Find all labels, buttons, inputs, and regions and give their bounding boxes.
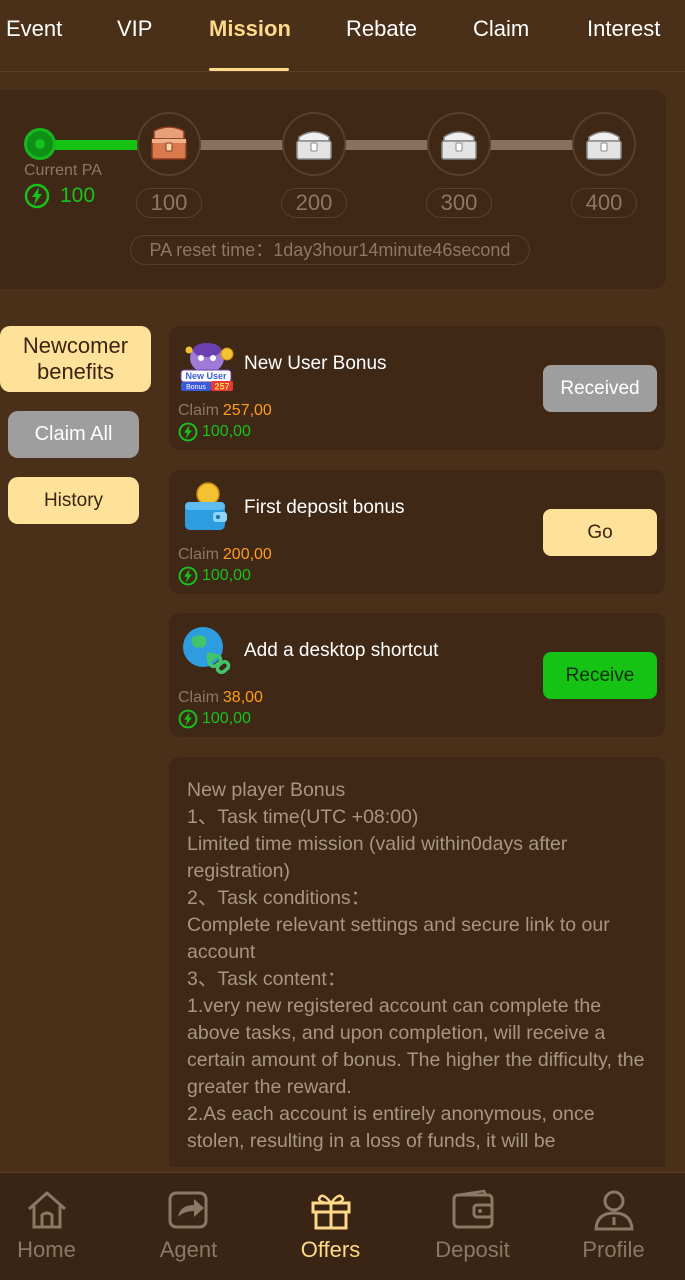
mission-card-first-deposit: First deposit bonus Claim 200,00 100,00 G… (169, 470, 665, 594)
newcomer-benefits-tab[interactable]: Newcomer benefits (0, 326, 151, 392)
rules-line: 2、Task conditions： (187, 887, 371, 909)
silver-chest-icon (441, 131, 477, 160)
nav-label: Home (17, 1237, 76, 1262)
pa-reset-timer: PA reset time：1day3hour14minute46second (130, 235, 530, 265)
go-button[interactable]: Go (543, 509, 657, 556)
chest-200-reward[interactable] (282, 112, 346, 176)
mission-points-row: 100,00 (178, 709, 251, 729)
pa-current-marker (24, 128, 56, 160)
home-icon (28, 1191, 66, 1229)
tab-event[interactable]: Event (6, 16, 62, 42)
points-value: 100,00 (202, 710, 251, 727)
rules-line: 1、Task time(UTC +08:00) (187, 806, 419, 828)
current-pa-label: Current PA (24, 162, 102, 179)
mission-rules-panel[interactable]: New player Bonus 1、Task time(UTC +08:00)… (169, 757, 665, 1167)
current-pa-value: 100 (60, 184, 96, 207)
bottom-nav-bar: Home Agent Offers Deposit Profile (0, 1172, 685, 1280)
milestone-value: 200 (281, 188, 347, 218)
mission-card-new-user-bonus: New User Bonus 257 New User Bonus Claim 2… (169, 326, 665, 450)
nav-label: Agent (159, 1237, 218, 1262)
svg-text:Bonus: Bonus (186, 384, 206, 391)
globe-link-icon (183, 627, 231, 675)
mission-claim-row: Claim 200,00 (178, 546, 272, 564)
nav-label: Offers (300, 1237, 361, 1262)
silver-chest-icon (296, 131, 332, 160)
rules-line: New player Bonus (187, 779, 346, 801)
user-icon (594, 1190, 634, 1231)
nav-offers[interactable]: Offers (262, 1173, 399, 1280)
milestone-value: 100 (136, 188, 202, 218)
mission-card-desktop-shortcut: Add a desktop shortcut Claim 38,00 100,00… (169, 613, 665, 737)
tab-rebate[interactable]: Rebate (346, 16, 417, 42)
nav-label: Profile (582, 1237, 645, 1262)
top-tab-bar: Event VIP Mission Rebate Claim Interest (0, 0, 685, 72)
share-icon (168, 1191, 208, 1229)
points-value: 100,00 (202, 423, 251, 440)
svg-text:257: 257 (214, 382, 229, 392)
receive-button[interactable]: Receive (543, 652, 657, 699)
milestone-value: 400 (571, 188, 637, 218)
open-chest-icon (151, 126, 187, 160)
lightning-bolt-icon (178, 566, 198, 586)
active-tab-indicator (209, 68, 289, 71)
chest-300-reward[interactable] (427, 112, 491, 176)
nav-agent[interactable]: Agent (120, 1173, 257, 1280)
nav-deposit[interactable]: Deposit (404, 1173, 541, 1280)
history-button[interactable]: History (8, 477, 139, 524)
nav-home[interactable]: Home (0, 1173, 115, 1280)
lightning-bolt-icon (178, 709, 198, 729)
rules-text: New player Bonus 1、Task time(UTC +08:00)… (187, 777, 657, 1155)
mission-title: First deposit bonus (244, 497, 405, 518)
gift-icon (311, 1194, 351, 1230)
claim-label: Claim (178, 402, 219, 419)
current-pa-value-row: 100 (24, 183, 95, 209)
lightning-bolt-icon (24, 183, 50, 209)
received-button[interactable]: Received (543, 365, 657, 412)
nav-label: Deposit (435, 1237, 510, 1262)
rules-line: Limited time mission (valid within0days … (187, 833, 568, 882)
new-user-bonus-badge-icon: New User Bonus 257 (180, 343, 234, 392)
claim-amount: 257,00 (222, 402, 272, 419)
mission-claim-row: Claim 257,00 (178, 402, 272, 420)
svg-text:New User: New User (185, 371, 227, 381)
tab-vip[interactable]: VIP (117, 16, 152, 42)
rules-line: 3、Task content： (187, 968, 347, 990)
rules-line: Complete relevant settings and secure li… (187, 914, 610, 963)
tab-claim[interactable]: Claim (473, 16, 529, 42)
points-value: 100,00 (202, 567, 251, 584)
chest-100-reward[interactable] (137, 112, 201, 176)
claim-label: Claim (178, 546, 219, 563)
rules-line: 2.As each account is entirely anonymous,… (187, 1103, 595, 1152)
claim-all-button[interactable]: Claim All (8, 411, 139, 458)
mission-points-row: 100,00 (178, 422, 251, 442)
wallet-coin-icon (185, 482, 227, 530)
mission-title: New User Bonus (244, 353, 387, 374)
claim-amount: 38,00 (222, 689, 263, 706)
chest-400-reward[interactable] (572, 112, 636, 176)
wallet-icon (452, 1189, 494, 1229)
tab-interest[interactable]: Interest (587, 16, 660, 42)
nav-profile[interactable]: Profile (545, 1173, 682, 1280)
claim-label: Claim (178, 689, 219, 706)
lightning-bolt-icon (178, 422, 198, 442)
silver-chest-icon (586, 131, 622, 160)
mission-title: Add a desktop shortcut (244, 640, 439, 661)
milestone-value: 300 (426, 188, 492, 218)
mission-claim-row: Claim 38,00 (178, 689, 263, 707)
claim-amount: 200,00 (222, 546, 272, 563)
rules-line: 1.very new registered account can comple… (187, 995, 645, 1098)
mission-points-row: 100,00 (178, 566, 251, 586)
tab-mission[interactable]: Mission (209, 16, 291, 42)
